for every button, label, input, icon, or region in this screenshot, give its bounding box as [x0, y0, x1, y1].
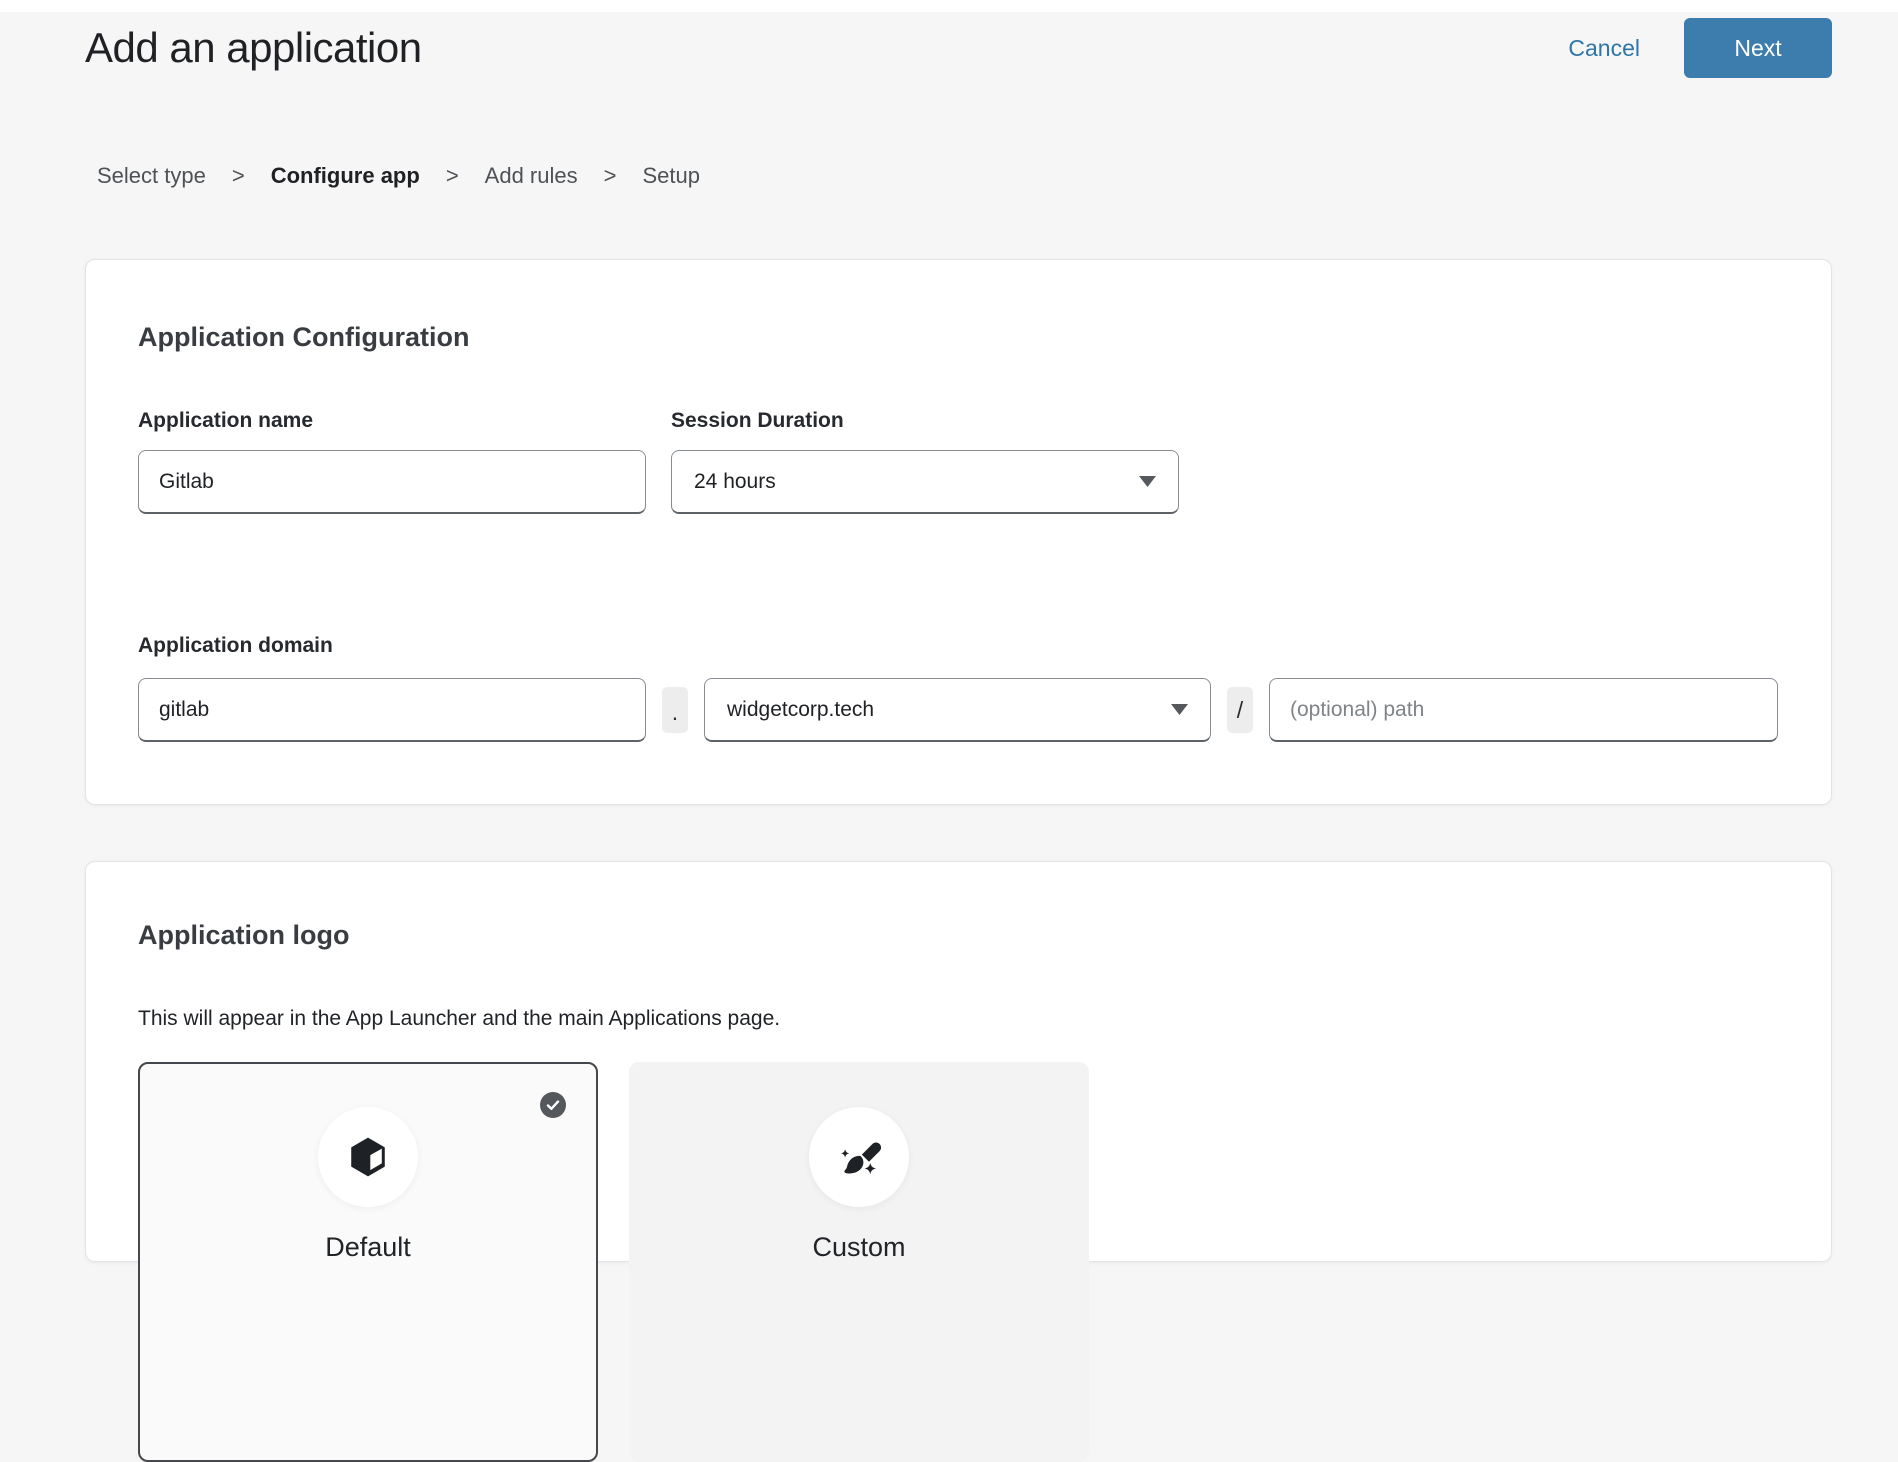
session-duration-value: 24 hours	[694, 470, 776, 494]
path-input[interactable]	[1269, 678, 1778, 742]
cube-icon	[345, 1134, 391, 1180]
selected-check-badge	[540, 1092, 566, 1118]
paintbrush-icon	[833, 1131, 885, 1183]
application-logo-description: This will appear in the App Launcher and…	[138, 1006, 1779, 1031]
application-name-input[interactable]	[138, 450, 646, 514]
slash-separator: /	[1227, 687, 1253, 733]
custom-logo-circle	[809, 1107, 909, 1207]
breadcrumb-separator: >	[446, 165, 459, 187]
session-duration-select[interactable]: 24 hours	[671, 450, 1179, 514]
breadcrumb-step-select-type[interactable]: Select type	[97, 165, 206, 187]
domain-value: widgetcorp.tech	[727, 698, 874, 722]
dot-separator: .	[662, 687, 688, 733]
subdomain-input[interactable]	[138, 678, 646, 742]
page-title: Add an application	[85, 24, 422, 72]
breadcrumb-step-setup[interactable]: Setup	[642, 165, 700, 187]
logo-option-label: Default	[325, 1231, 411, 1263]
domain-inputs: . widgetcorp.tech /	[138, 678, 1779, 742]
session-duration-label: Session Duration	[671, 409, 1179, 433]
application-name-field: Application name	[138, 409, 646, 514]
next-button[interactable]: Next	[1684, 18, 1832, 78]
chevron-down-icon	[1139, 476, 1156, 487]
logo-option-label: Custom	[812, 1231, 905, 1263]
logo-option-custom[interactable]: Custom	[629, 1062, 1089, 1462]
page-header: Add an application Cancel Next	[0, 12, 1898, 84]
breadcrumb-separator: >	[232, 165, 245, 187]
cancel-button[interactable]: Cancel	[1568, 35, 1640, 62]
session-duration-field: Session Duration 24 hours	[671, 409, 1179, 514]
application-configuration-heading: Application Configuration	[138, 322, 1779, 352]
application-logo-card: Application logo This will appear in the…	[85, 861, 1832, 1262]
breadcrumb-step-add-rules[interactable]: Add rules	[485, 165, 578, 187]
application-logo-heading: Application logo	[138, 920, 1779, 950]
breadcrumb: Select type > Configure app > Add rules …	[97, 165, 1898, 187]
logo-option-tiles: Default Custom	[138, 1062, 1779, 1462]
logo-option-default[interactable]: Default	[138, 1062, 598, 1462]
top-strip	[0, 0, 1898, 12]
chevron-down-icon	[1171, 704, 1188, 715]
application-configuration-card: Application Configuration Application na…	[85, 259, 1832, 805]
header-actions: Cancel Next	[1568, 18, 1832, 78]
name-session-row: Application name Session Duration 24 hou…	[138, 409, 1779, 514]
breadcrumb-separator: >	[604, 165, 617, 187]
application-domain-label: Application domain	[138, 634, 1779, 658]
domain-select[interactable]: widgetcorp.tech	[704, 678, 1211, 742]
breadcrumb-step-configure-app[interactable]: Configure app	[271, 165, 420, 187]
add-application-page: Add an application Cancel Next Select ty…	[0, 0, 1898, 1260]
default-logo-circle	[318, 1107, 418, 1207]
application-name-label: Application name	[138, 409, 646, 433]
application-domain-row: Application domain . widgetcorp.tech /	[138, 634, 1779, 742]
check-icon	[546, 1100, 560, 1111]
